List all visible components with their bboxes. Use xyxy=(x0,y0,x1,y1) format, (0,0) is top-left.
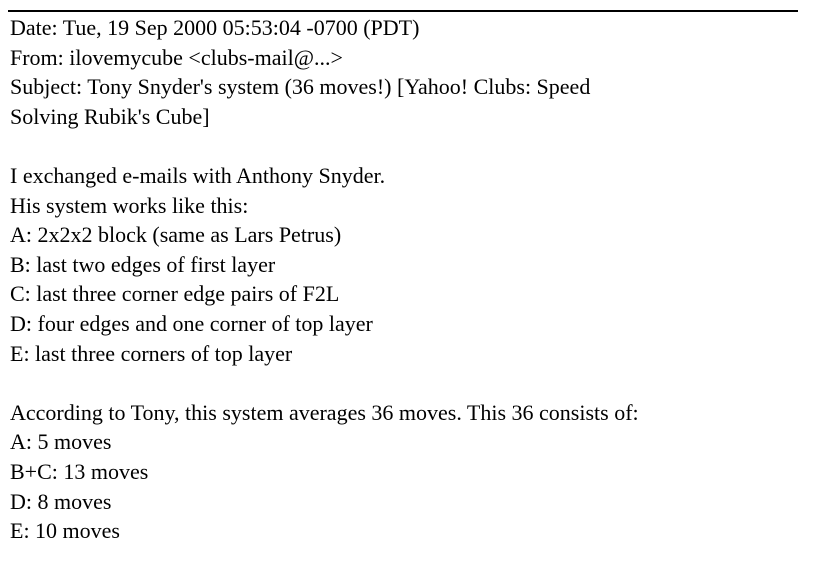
intro-line: I exchanged e-mails with Anthony Snyder. xyxy=(10,162,386,188)
intro-line: His system works like this: xyxy=(10,192,249,218)
email-message: Date: Tue, 19 Sep 2000 05:53:04 -0700 (P… xyxy=(10,13,800,546)
subject-line: Subject: Tony Snyder's system (36 moves!… xyxy=(10,74,591,100)
summary-line: According to Tony, this system averages … xyxy=(10,399,639,425)
step-line-c: C: last three corner edge pairs of F2L xyxy=(10,281,340,307)
step-line-d: D: four edges and one corner of top laye… xyxy=(10,310,373,336)
from-line: From: ilovemycube <clubs-mail@...> xyxy=(10,44,343,70)
email-header: Date: Tue, 19 Sep 2000 05:53:04 -0700 (P… xyxy=(10,13,800,131)
top-divider xyxy=(8,10,798,12)
step-line-e: E: last three corners of top layer xyxy=(10,340,293,366)
date-line: Date: Tue, 19 Sep 2000 05:53:04 -0700 (P… xyxy=(10,15,420,40)
step-line-a: A: 2x2x2 block (same as Lars Petrus) xyxy=(10,222,342,248)
count-line-e: E: 10 moves xyxy=(10,518,120,544)
count-line-a: A: 5 moves xyxy=(10,429,112,455)
email-body: I exchanged e-mails with Anthony Snyder.… xyxy=(10,161,800,546)
subject-line-continued: Solving Rubik's Cube] xyxy=(10,103,210,129)
count-line-d: D: 8 moves xyxy=(10,488,112,514)
step-line-b: B: last two edges of first layer xyxy=(10,251,276,277)
count-line-bc: B+C: 13 moves xyxy=(10,458,149,484)
